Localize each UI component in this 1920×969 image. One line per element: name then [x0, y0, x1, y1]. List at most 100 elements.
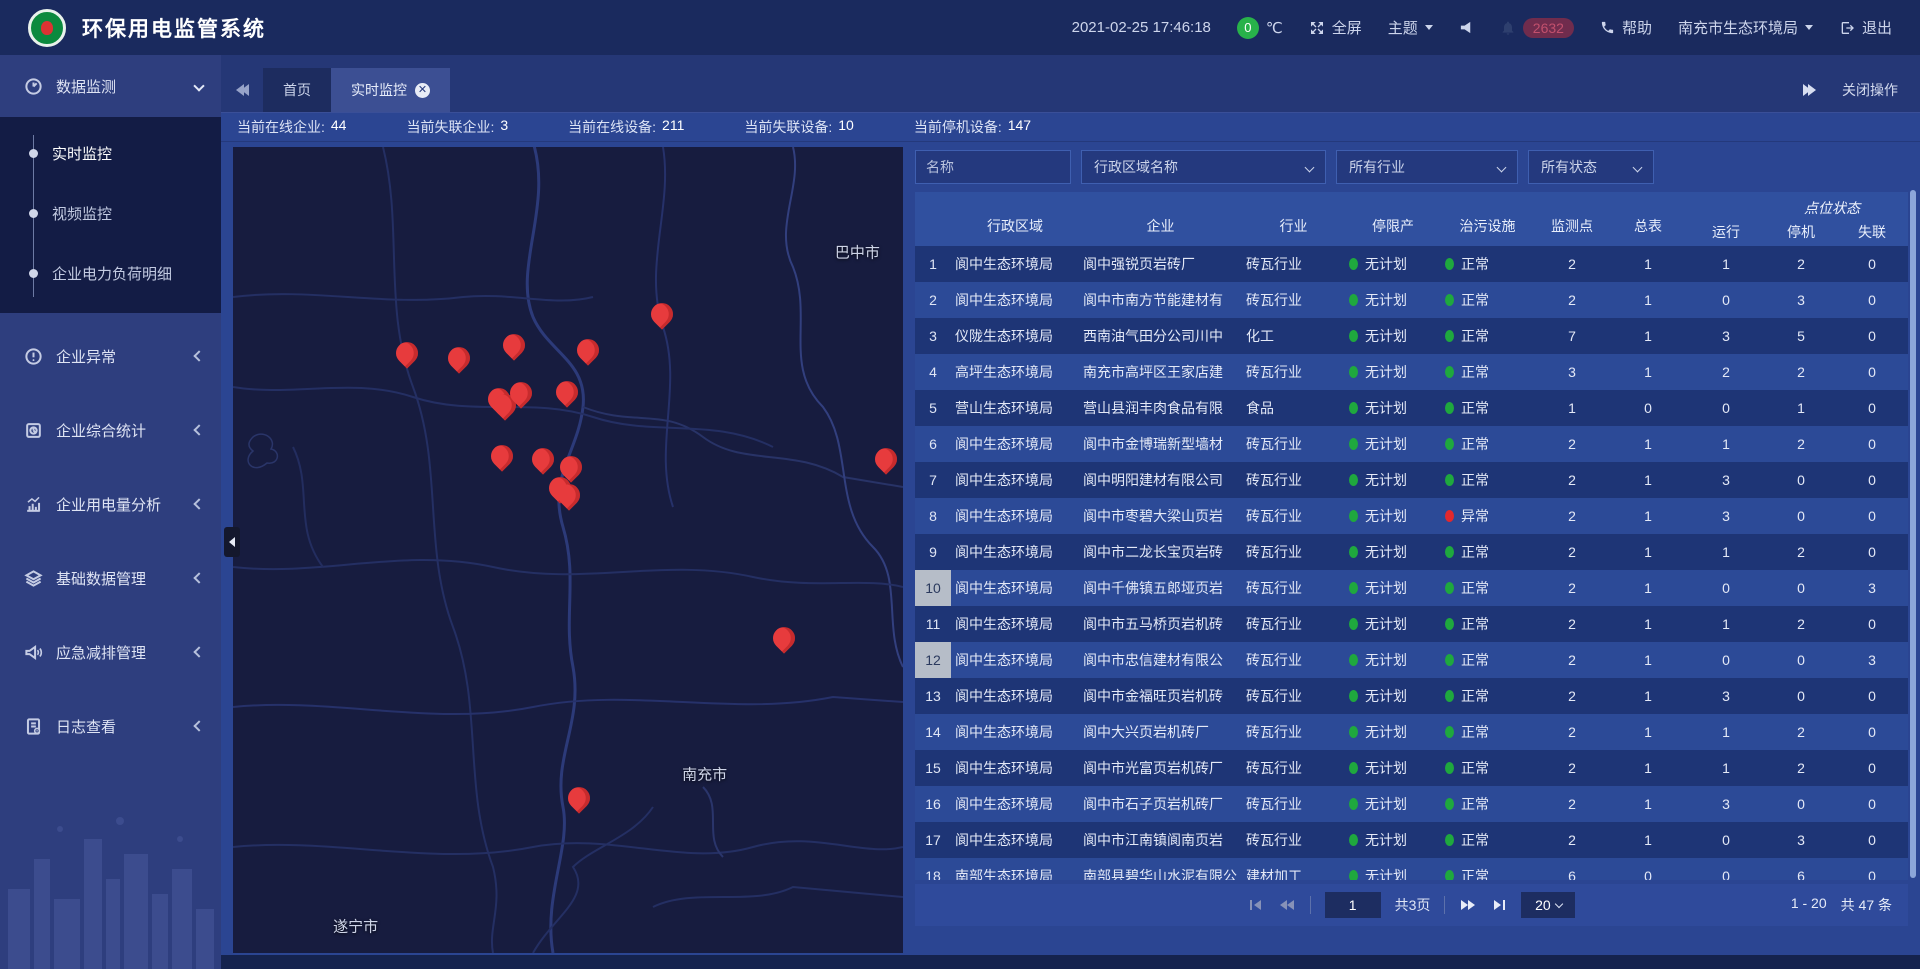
megaphone-icon: [24, 643, 43, 662]
chevron-left-icon: [193, 350, 204, 361]
table-row[interactable]: 18 南部生态环境局 南部县碧华山水泥有限公 建材加工 无计划 正常 6 0 0…: [915, 858, 1908, 880]
first-page-button[interactable]: [1248, 898, 1264, 912]
table-row[interactable]: 1 阆中生态环境局 阆中强锐页岩砖厂 砖瓦行业 无计划 正常 2 1 1 2 0: [915, 246, 1908, 282]
map-pin-icon[interactable]: [491, 445, 513, 467]
last-page-button[interactable]: [1491, 898, 1507, 912]
table-row[interactable]: 5 营山生态环境局 营山县润丰肉食品有限 食品 无计划 正常 1 0 0 1 0: [915, 390, 1908, 426]
sidebar-section-data-monitor[interactable]: 数据监测: [0, 55, 221, 117]
sidebar-item-video-monitor[interactable]: 视频监控: [0, 183, 221, 243]
status-dot-icon: [1445, 258, 1454, 270]
fullscreen-icon: [1309, 20, 1325, 36]
table-row[interactable]: 12 阆中生态环境局 阆中市忠信建材有限公 砖瓦行业 无计划 正常 2 1 0 …: [915, 642, 1908, 678]
sidebar-section-emergency-reduction[interactable]: 应急减排管理: [0, 621, 221, 683]
cell-stop: 2: [1766, 364, 1836, 380]
log-document-icon: [24, 717, 43, 736]
page-number-input[interactable]: 1: [1325, 892, 1381, 918]
enterprise-table: 点位状态 行政区域 企业 行业 停限产 治污设施 监测点 总表 运行 停机 失联: [915, 192, 1908, 880]
sound-toggle[interactable]: [1459, 20, 1474, 35]
logout-button[interactable]: 退出: [1839, 17, 1892, 38]
table-row[interactable]: 14 阆中生态环境局 阆中大兴页岩机砖厂 砖瓦行业 无计划 正常 2 1 1 2…: [915, 714, 1908, 750]
map-pin-icon[interactable]: [577, 339, 599, 361]
map-panel[interactable]: 巴中市南充市遂宁市: [233, 147, 903, 953]
cell-region: 营山生态环境局: [951, 398, 1079, 418]
cell-region: 高坪生态环境局: [951, 362, 1079, 382]
table-row[interactable]: 16 阆中生态环境局 阆中市石子页岩机砖厂 砖瓦行业 无计划 正常 2 1 3 …: [915, 786, 1908, 822]
cell-points: 2: [1534, 796, 1610, 812]
map-pin-icon[interactable]: [875, 448, 897, 470]
map-pin-icon[interactable]: [556, 381, 578, 403]
map-pin-icon[interactable]: [510, 382, 532, 404]
sidebar-collapse-handle[interactable]: [224, 527, 240, 557]
temperature-widget: 0 ℃: [1237, 17, 1283, 39]
cell-company: 阆中市五马桥页岩机砖: [1079, 614, 1242, 634]
industry-select[interactable]: 所有行业: [1336, 150, 1518, 184]
sidebar-section-power-analysis[interactable]: 企业用电量分析: [0, 473, 221, 535]
notification-area[interactable]: 2632: [1500, 18, 1574, 38]
cell-meters: 1: [1610, 652, 1686, 668]
fullscreen-button[interactable]: 全屏: [1309, 17, 1362, 38]
theme-dropdown[interactable]: 主题: [1388, 17, 1433, 38]
cell-stop: 2: [1766, 724, 1836, 740]
chevron-down-icon: [1554, 899, 1562, 907]
sidebar-item-realtime-monitor[interactable]: 实时监控: [0, 123, 221, 183]
table-row[interactable]: 9 阆中生态环境局 阆中市二龙长宝页岩砖 砖瓦行业 无计划 正常 2 1 1 2…: [915, 534, 1908, 570]
sidebar-item-power-load-detail[interactable]: 企业电力负荷明细: [0, 243, 221, 303]
table-row[interactable]: 11 阆中生态环境局 阆中市五马桥页岩机砖 砖瓦行业 无计划 正常 2 1 1 …: [915, 606, 1908, 642]
sidebar-section-enterprise-stats[interactable]: 企业综合统计: [0, 399, 221, 461]
table-row[interactable]: 8 阆中生态环境局 阆中市枣碧大梁山页岩 砖瓦行业 无计划 异常 2 1 3 0…: [915, 498, 1908, 534]
name-search-input[interactable]: [915, 150, 1071, 184]
table-row[interactable]: 6 阆中生态环境局 阆中市金博瑞新型墙材 砖瓦行业 无计划 正常 2 1 1 2…: [915, 426, 1908, 462]
bullet-dot-icon: [29, 209, 38, 218]
map-pin-icon[interactable]: [568, 787, 590, 809]
tab-realtime-monitor[interactable]: 实时监控 ✕: [331, 68, 450, 112]
sidebar-section-log-view[interactable]: 日志查看: [0, 695, 221, 757]
cell-facility: 正常: [1441, 434, 1534, 454]
status-select[interactable]: 所有状态: [1528, 150, 1654, 184]
tab-scroll-left-button[interactable]: [221, 68, 263, 112]
cell-stop: 0: [1766, 580, 1836, 596]
region-select[interactable]: 行政区域名称: [1081, 150, 1326, 184]
close-operations-button[interactable]: 关闭操作: [1842, 80, 1898, 100]
map-pin-icon[interactable]: [773, 627, 795, 649]
table-row[interactable]: 2 阆中生态环境局 阆中市南方节能建材有 砖瓦行业 无计划 正常 2 1 0 3…: [915, 282, 1908, 318]
page-size-select[interactable]: 20: [1521, 892, 1575, 918]
map-pin-icon[interactable]: [448, 347, 470, 369]
status-dot-icon: [1349, 726, 1358, 738]
table-row[interactable]: 10 阆中生态环境局 阆中千佛镇五郎垭页岩 砖瓦行业 无计划 正常 2 1 0 …: [915, 570, 1908, 606]
cell-lost: 0: [1836, 400, 1908, 416]
table-row[interactable]: 13 阆中生态环境局 阆中市金福旺页岩机砖 砖瓦行业 无计划 正常 2 1 3 …: [915, 678, 1908, 714]
map-pin-icon[interactable]: [651, 303, 673, 325]
table-scrollbar[interactable]: [1910, 190, 1916, 878]
cell-lost: 0: [1836, 508, 1908, 524]
row-index: 7: [915, 462, 951, 498]
status-dot-icon: [1445, 834, 1454, 846]
tab-scroll-right-button[interactable]: [1803, 84, 1816, 96]
table-row[interactable]: 17 阆中生态环境局 阆中市江南镇阆南页岩 砖瓦行业 无计划 正常 2 1 0 …: [915, 822, 1908, 858]
temperature-unit: ℃: [1266, 19, 1283, 37]
prev-page-button[interactable]: [1278, 898, 1296, 912]
map-pin-icon[interactable]: [396, 342, 418, 364]
org-dropdown[interactable]: 南充市生态环境局: [1678, 17, 1813, 38]
cell-meters: 0: [1610, 868, 1686, 880]
table-row[interactable]: 7 阆中生态环境局 阆中明阳建材有限公司 砖瓦行业 无计划 正常 2 1 3 0…: [915, 462, 1908, 498]
map-pin-icon[interactable]: [503, 334, 525, 356]
tab-home[interactable]: 首页: [263, 68, 331, 112]
row-index: 18: [915, 858, 951, 880]
map-pin-icon[interactable]: [560, 456, 582, 478]
pager-divider: [1310, 896, 1311, 914]
cell-industry: 砖瓦行业: [1242, 290, 1345, 310]
tab-close-icon[interactable]: ✕: [415, 83, 430, 98]
cell-run: 1: [1686, 724, 1766, 740]
next-page-button[interactable]: [1459, 898, 1477, 912]
cell-run: 3: [1686, 796, 1766, 812]
map-pin-icon[interactable]: [532, 448, 554, 470]
cell-stop: 1: [1766, 400, 1836, 416]
help-button[interactable]: 帮助: [1600, 17, 1652, 38]
map-pin-icon[interactable]: [558, 484, 580, 506]
table-row[interactable]: 3 仪陇生态环境局 西南油气田分公司川中 化工 无计划 正常 7 1 3 5 0: [915, 318, 1908, 354]
table-row[interactable]: 4 高坪生态环境局 南充市高坪区王家店建 砖瓦行业 无计划 正常 3 1 2 2…: [915, 354, 1908, 390]
cell-company: 西南油气田分公司川中: [1079, 326, 1242, 346]
sidebar-section-enterprise-abnormal[interactable]: 企业异常: [0, 325, 221, 387]
table-row[interactable]: 15 阆中生态环境局 阆中市光富页岩机砖厂 砖瓦行业 无计划 正常 2 1 1 …: [915, 750, 1908, 786]
sidebar-section-basic-data[interactable]: 基础数据管理: [0, 547, 221, 609]
